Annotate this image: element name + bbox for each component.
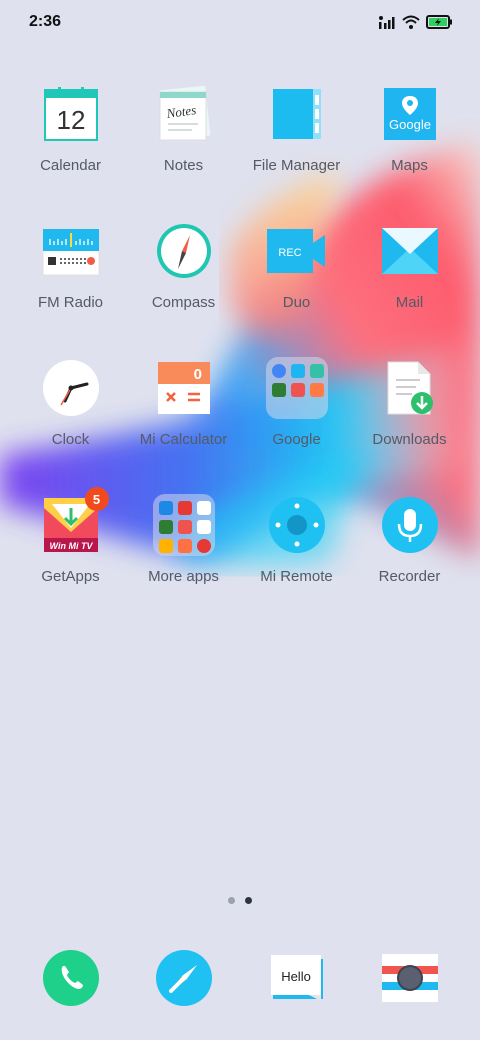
status-time: 2:36 xyxy=(29,13,62,30)
gaana-mini-icon xyxy=(177,501,192,515)
app-label-getapps: GetApps xyxy=(41,568,100,585)
mi-credit-mini-icon xyxy=(196,520,211,534)
app-getapps[interactable]: Win Mi TV 5 GetApps xyxy=(14,487,127,632)
google-folder-icon xyxy=(265,357,328,419)
camera-icon xyxy=(380,948,440,1008)
messages-icon-text: Hello xyxy=(281,969,311,984)
clock-icon xyxy=(41,358,101,418)
circle-mini-icon xyxy=(196,539,211,553)
remote-icon xyxy=(267,495,327,555)
soccer-mini-icon xyxy=(196,501,211,515)
app-file-manager[interactable]: File Manager xyxy=(240,84,353,221)
chrome-mini-icon xyxy=(271,364,286,378)
app-maps[interactable]: Google Maps xyxy=(353,84,466,221)
calendar-icon: 12 xyxy=(41,84,101,144)
app-row: Win Mi TV 5 GetApps More apps Mi Remote … xyxy=(0,487,480,632)
app-mi-calculator[interactable]: 0 Mi Calculator xyxy=(127,358,240,495)
microphone-icon xyxy=(380,495,440,555)
app-label-mail: Mail xyxy=(395,294,424,311)
battery-charging-icon xyxy=(426,15,452,29)
wifi-icon xyxy=(402,15,420,29)
plant-mini-icon xyxy=(177,539,192,553)
dock-browser[interactable] xyxy=(127,948,240,1008)
calculator-icon: 0 xyxy=(154,358,214,418)
app-label-file-manager: File Manager xyxy=(252,157,341,174)
page-indicator xyxy=(0,897,480,904)
app-label-google-folder: Google xyxy=(272,431,321,448)
app-label-notes: Notes xyxy=(163,157,204,174)
app-label-duo: Duo xyxy=(282,294,311,311)
play-music-mini-icon xyxy=(290,383,305,397)
app-compass[interactable]: Compass xyxy=(127,221,240,358)
app-row: 12 Calendar Notes Notes File Manager Goo… xyxy=(0,84,480,221)
vlc-mini-icon xyxy=(158,501,173,515)
page-dot-active[interactable] xyxy=(245,897,252,904)
app-label-downloads: Downloads xyxy=(372,431,447,448)
movies-mini-icon xyxy=(271,383,286,397)
signal-icon xyxy=(379,16,395,29)
app-duo[interactable]: REC Duo xyxy=(240,221,353,358)
dock-messages[interactable]: Hello xyxy=(240,948,353,1008)
app-clock[interactable]: Clock xyxy=(14,358,127,495)
radio-icon xyxy=(41,221,101,281)
app-mail[interactable]: Mail xyxy=(353,221,466,358)
app-row: Clock 0 Mi Calculator Google Downloads xyxy=(0,357,480,495)
app-google-folder[interactable]: Google xyxy=(240,357,353,495)
video-camera-icon: REC xyxy=(266,221,327,281)
notification-badge: 5 xyxy=(84,487,109,511)
calculator-display: 0 xyxy=(193,366,201,383)
drive-mini-icon xyxy=(290,364,305,378)
photos-mini-icon xyxy=(309,364,324,378)
app-row: FM Radio Compass REC Duo Mail xyxy=(0,221,480,358)
app-label-clock: Clock xyxy=(51,431,90,448)
app-label-maps: Maps xyxy=(391,157,428,174)
lips-mini-icon xyxy=(177,520,192,534)
app-mi-remote[interactable]: Mi Remote xyxy=(240,495,353,632)
duo-icon-text: REC xyxy=(278,247,301,259)
dock: Hello xyxy=(0,948,480,1008)
compass-icon xyxy=(154,221,214,281)
folder xyxy=(152,494,215,556)
android-mini-icon xyxy=(158,520,173,534)
download-icon xyxy=(380,358,440,418)
folder-icon xyxy=(267,84,327,144)
more-apps-folder-icon xyxy=(152,494,215,556)
app-notes[interactable]: Notes Notes xyxy=(127,84,240,221)
app-label-calendar: Calendar xyxy=(40,157,101,174)
dock-phone[interactable] xyxy=(14,948,127,1008)
status-bar: 2:36 xyxy=(0,0,480,44)
map-pin-icon: Google xyxy=(380,84,440,144)
phone-icon xyxy=(41,948,101,1008)
app-label-more-apps: More apps xyxy=(148,568,219,585)
getapps-icon: Win Mi TV 5 xyxy=(41,487,109,555)
app-label-fm-radio: FM Radio xyxy=(37,294,104,311)
app-fm-radio[interactable]: FM Radio xyxy=(14,221,127,358)
app-label-compass: Compass xyxy=(151,294,216,311)
app-more-apps[interactable]: More apps xyxy=(127,494,240,632)
app-label-mi-remote: Mi Remote xyxy=(260,568,333,585)
app-recorder[interactable]: Recorder xyxy=(353,495,466,632)
mail-icon xyxy=(380,221,440,281)
calendar-date: 12 xyxy=(56,105,85,135)
messages-icon: Hello xyxy=(267,948,327,1008)
store-mini-icon xyxy=(309,383,324,397)
app-calendar[interactable]: 12 Calendar xyxy=(14,84,127,221)
browser-icon xyxy=(154,948,214,1008)
dock-camera[interactable] xyxy=(353,948,466,1008)
folder xyxy=(265,357,328,419)
app-downloads[interactable]: Downloads xyxy=(353,358,466,495)
app-grid: 12 Calendar Notes Notes File Manager Goo… xyxy=(0,84,480,632)
app-label-calculator: Mi Calculator xyxy=(139,431,228,448)
page-dot[interactable] xyxy=(228,897,235,904)
getapps-banner-text: Win Mi TV xyxy=(49,541,93,551)
notes-icon: Notes xyxy=(154,84,214,144)
status-icons xyxy=(378,15,453,29)
maps-icon-text: Google xyxy=(389,117,431,132)
grid-mini-icon xyxy=(158,539,173,553)
app-label-recorder: Recorder xyxy=(378,568,441,585)
